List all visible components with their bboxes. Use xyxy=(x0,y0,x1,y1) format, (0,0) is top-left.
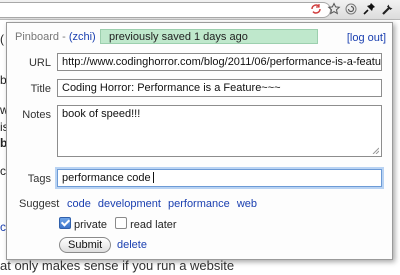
suggested-tags: code development performance web xyxy=(67,198,261,210)
pinboard-popup: Pinboard - (zchi) previously saved 1 day… xyxy=(6,22,393,260)
browser-toolbar xyxy=(0,0,400,20)
username-link[interactable]: (zchi) xyxy=(69,31,96,43)
title-value: Coding Horror: Performance is a Feature~… xyxy=(62,82,281,94)
private-label[interactable]: private xyxy=(74,219,107,231)
read-later-label[interactable]: read later xyxy=(130,219,176,231)
suggested-tag[interactable]: performance xyxy=(168,198,230,210)
url-label: URL xyxy=(28,57,51,69)
notes-label: Notes xyxy=(22,109,51,121)
url-value: http://www.codinghorror.com/blog/2011/06… xyxy=(62,56,381,68)
options-row: private read later xyxy=(59,217,177,231)
star-icon[interactable] xyxy=(327,2,341,16)
suggest-label: Suggest xyxy=(19,198,60,210)
submit-button[interactable]: Submit xyxy=(59,237,112,253)
logout-label[interactable]: log out xyxy=(350,32,383,44)
text-caret xyxy=(152,172,154,183)
header-prefix: Pinboard - xyxy=(15,31,69,43)
read-later-checkbox[interactable] xyxy=(115,217,128,229)
sync-icon[interactable] xyxy=(309,2,323,16)
resize-handle-icon[interactable] xyxy=(372,147,379,154)
notes-textarea[interactable]: book of speed!!! xyxy=(57,105,382,157)
title-field[interactable]: Coding Horror: Performance is a Feature~… xyxy=(57,79,382,97)
url-field[interactable]: http://www.codinghorror.com/blog/2011/06… xyxy=(57,53,382,71)
reload-icon[interactable] xyxy=(344,2,358,16)
title-label: Title xyxy=(30,83,51,95)
pin-icon[interactable] xyxy=(362,2,376,16)
page-fragment: ( xyxy=(0,32,4,46)
suggested-tag[interactable]: development xyxy=(98,198,161,210)
saved-notice: previously saved 1 days ago xyxy=(100,29,318,44)
notes-value: book of speed!!! xyxy=(62,108,141,120)
logout-link[interactable]: [log out] xyxy=(347,32,386,44)
popup-header: Pinboard - (zchi) xyxy=(15,31,96,43)
suggested-tag[interactable]: code xyxy=(67,198,91,210)
tags-label: Tags xyxy=(27,173,51,185)
delete-link[interactable]: delete xyxy=(117,239,147,251)
suggested-tag[interactable]: web xyxy=(237,198,257,210)
address-bar-end[interactable] xyxy=(0,2,331,18)
tags-input[interactable]: performance code xyxy=(57,169,382,187)
page-text-bottom: at only makes sense if you run a website xyxy=(0,258,235,273)
private-checkbox[interactable] xyxy=(59,217,71,229)
tags-value: performance code xyxy=(62,172,151,184)
wrench-icon[interactable] xyxy=(381,2,395,16)
